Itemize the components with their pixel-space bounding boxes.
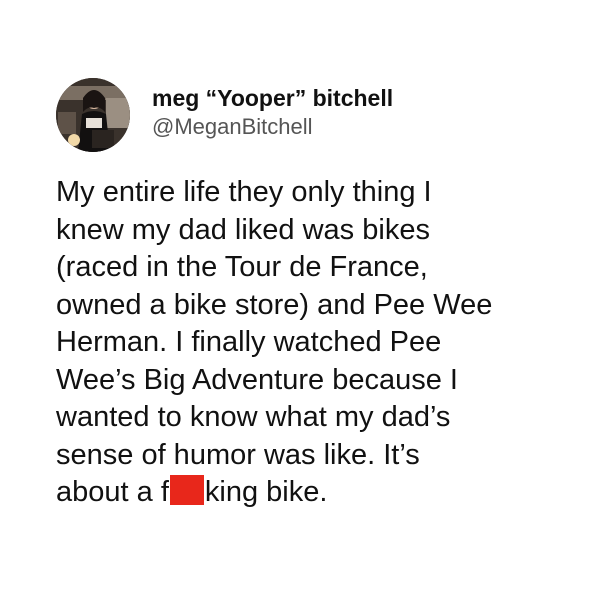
tweet-text-line: My entire life they only thing I (56, 176, 432, 208)
display-name[interactable]: meg “Yooper” bitchell (152, 84, 572, 112)
tweet-text-line: owned a bike store) and Pee Wee (56, 288, 493, 321)
tweet-text-line: sense of humor was like. It’s (56, 438, 420, 471)
tweet-text-line: knew my dad liked was bikes (56, 213, 430, 246)
username-handle[interactable]: @MeganBitchell (152, 113, 572, 141)
tweet-text-line: Wee’s Big Adventure because I (56, 363, 458, 396)
author-block: meg “Yooper” bitchell @MeganBitchell (152, 84, 572, 141)
censor-block (169, 475, 204, 505)
tweet-text: My entire life they only thing I knew my… (56, 174, 576, 512)
text-before-censor: about a f (56, 476, 169, 508)
profile-photo-avatar-icon (56, 78, 130, 152)
tweet-text-line: wanted to know what my dad’s (56, 401, 451, 433)
text-after-censor: king bike. (204, 476, 328, 508)
avatar[interactable] (56, 78, 130, 152)
tweet-card: meg “Yooper” bitchell @MeganBitchell My … (0, 0, 599, 599)
tweet-text-last-line: about a f king bike. (56, 474, 576, 512)
tweet-text-line: Herman. I finally watched Pee (56, 326, 442, 358)
tweet-text-line: (raced in the Tour de France, (56, 251, 428, 283)
